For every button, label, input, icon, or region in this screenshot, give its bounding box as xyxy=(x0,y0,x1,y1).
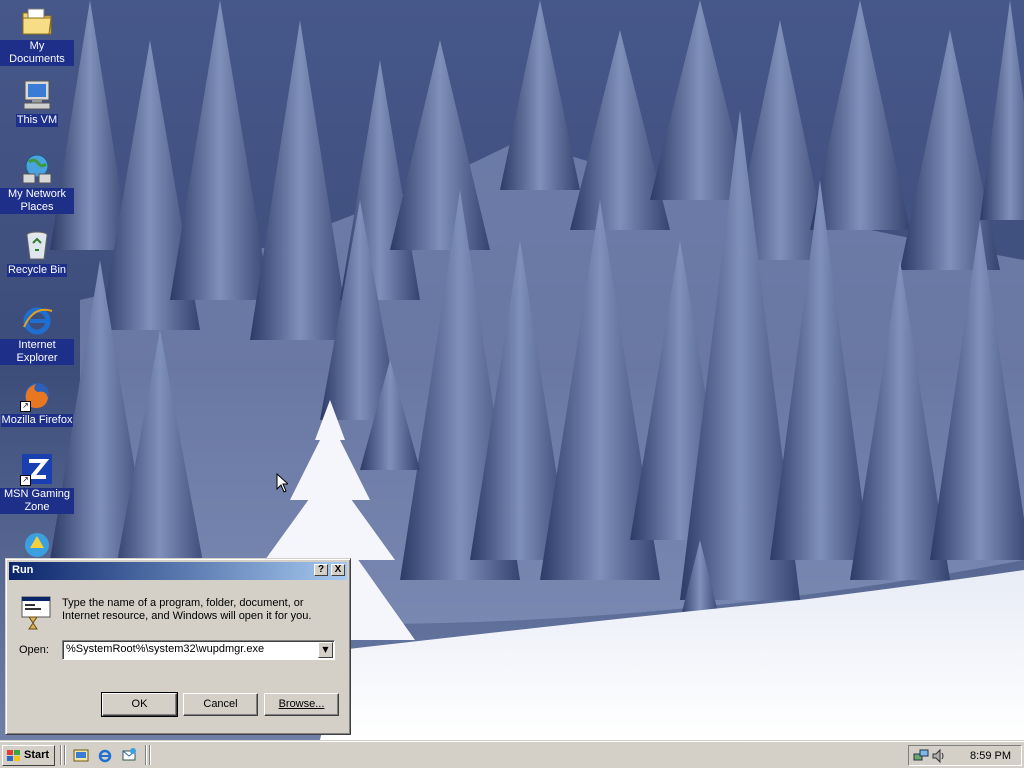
shortcut-arrow-icon: ↗ xyxy=(20,475,31,486)
shortcut-program-icon xyxy=(20,528,54,562)
desktop-icon-label: Internet Explorer xyxy=(0,339,74,365)
folder-documents-icon xyxy=(20,4,54,38)
taskbar: Start 8:59 PM xyxy=(0,740,1024,768)
desktop-icon-my-documents[interactable]: My Documents xyxy=(0,4,74,66)
computer-icon xyxy=(20,78,54,112)
mouse-cursor-icon xyxy=(276,473,288,493)
desktop-icon-label: My Documents xyxy=(0,40,74,66)
internet-explorer-icon xyxy=(20,303,54,337)
cancel-button[interactable]: Cancel xyxy=(183,693,258,716)
help-button[interactable]: ? xyxy=(314,564,328,576)
browse-button[interactable]: Browse... xyxy=(264,693,339,716)
msn-gaming-zone-icon: ↗ xyxy=(20,452,54,486)
run-dialog: Run ? X Type the name of a program, fold… xyxy=(5,558,351,735)
start-button[interactable]: Start xyxy=(2,745,55,766)
open-combobox[interactable]: ▼ xyxy=(62,640,335,660)
ok-button[interactable]: OK xyxy=(101,692,178,717)
network-places-icon xyxy=(20,152,54,186)
open-label: Open: xyxy=(19,644,49,656)
desktop-icon-label: Mozilla Firefox xyxy=(0,414,74,427)
desktop-icon-label: MSN Gaming Zone xyxy=(0,488,74,514)
taskbar-separator xyxy=(145,745,147,765)
close-button[interactable]: X xyxy=(331,564,345,576)
network-icon[interactable] xyxy=(913,748,929,764)
desktop-icon-recycle-bin[interactable]: Recycle Bin xyxy=(0,228,74,277)
chevron-down-icon[interactable]: ▼ xyxy=(318,642,333,658)
internet-explorer-icon[interactable] xyxy=(97,747,113,763)
system-tray: 8:59 PM xyxy=(908,745,1022,766)
desktop-icon-mozilla-firefox[interactable]: ↗ Mozilla Firefox xyxy=(0,378,74,427)
run-dialog-titlebar[interactable]: Run ? X xyxy=(9,562,347,580)
volume-icon[interactable] xyxy=(931,748,947,764)
recycle-bin-icon xyxy=(20,228,54,262)
desktop-icon-my-network-places[interactable]: My Network Places xyxy=(0,152,74,214)
run-program-icon xyxy=(19,595,55,631)
taskbar-separator xyxy=(64,745,66,765)
start-label: Start xyxy=(24,749,50,761)
outlook-express-icon[interactable] xyxy=(121,747,137,763)
desktop-icon-msn-gaming-zone[interactable]: ↗ MSN Gaming Zone xyxy=(0,452,74,514)
firefox-icon: ↗ xyxy=(20,378,54,412)
desktop-icon-this-vm[interactable]: This VM xyxy=(0,78,74,127)
windows-logo-icon xyxy=(7,750,20,761)
shortcut-arrow-icon: ↗ xyxy=(20,401,31,412)
clock[interactable]: 8:59 PM xyxy=(970,750,1011,762)
taskbar-separator xyxy=(60,745,62,765)
show-desktop-icon[interactable] xyxy=(73,747,89,763)
desktop-icon-label: Recycle Bin xyxy=(6,264,68,277)
run-prompt-text: Type the name of a program, folder, docu… xyxy=(62,597,312,622)
taskbar-separator xyxy=(149,745,151,765)
desktop-icon-label: My Network Places xyxy=(0,188,74,214)
desktop-icon-internet-explorer[interactable]: Internet Explorer xyxy=(0,303,74,365)
desktop-icon-label: This VM xyxy=(15,114,59,127)
run-dialog-title: Run xyxy=(12,564,34,576)
open-input[interactable] xyxy=(66,643,312,655)
